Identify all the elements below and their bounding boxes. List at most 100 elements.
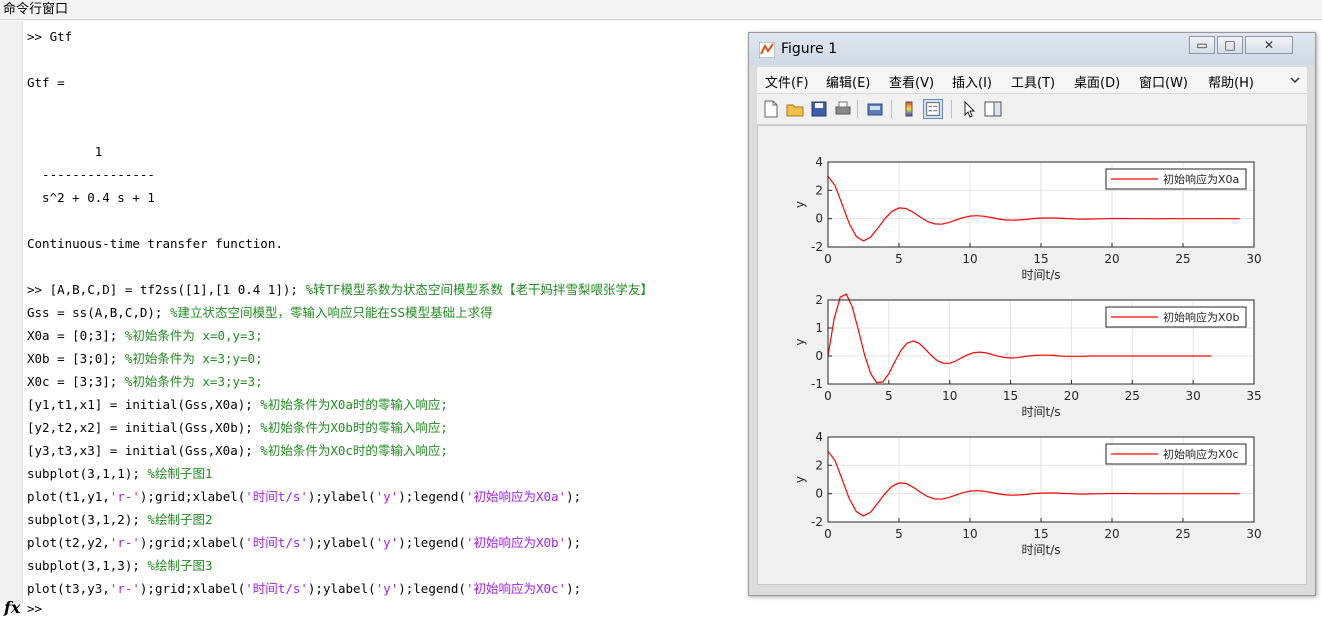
y-axis-label: y (793, 201, 807, 208)
figure-window[interactable]: Figure 1 ▭ □ ✕ 文件(F) 编辑(E) 查看(V) 插入(I) 工… (748, 32, 1316, 596)
code-comment: %初始条件为X0b时的零输入响应; (260, 420, 448, 435)
y-tick-label: 0 (815, 349, 823, 363)
x-tick-label: 5 (885, 389, 893, 403)
y-tick-label: 4 (815, 430, 823, 444)
x-axis-label: 时间t/s (1021, 543, 1060, 557)
maximize-button[interactable]: □ (1217, 36, 1243, 54)
menu-help[interactable]: 帮助(H) (1208, 72, 1254, 91)
code-string: '初始响应为X0a' (465, 489, 567, 504)
x-tick-label: 20 (1104, 527, 1119, 541)
open-folder-icon[interactable] (785, 99, 805, 119)
command-line: 1 (27, 143, 103, 161)
property-editor-icon[interactable] (983, 99, 1003, 119)
code-text: [y3,t3,x3] = initial(Gss,X0a); (27, 443, 261, 458)
code-text: );grid;xlabel( (139, 535, 246, 550)
figure-toolbar (757, 94, 1307, 125)
menu-tools[interactable]: 工具(T) (1011, 72, 1055, 91)
code-text: );legend( (398, 489, 466, 504)
x-tick-label: 5 (895, 252, 903, 266)
y-tick-label: 2 (815, 183, 823, 197)
x-tick-label: 30 (1186, 389, 1201, 403)
save-icon[interactable] (809, 99, 829, 119)
y-tick-label: 2 (815, 293, 823, 307)
menu-window[interactable]: 窗口(W) (1139, 72, 1188, 91)
legend-label: 初始响应为X0a (1163, 172, 1239, 186)
code-string: '时间t/s' (245, 535, 308, 550)
command-line: X0c = [3;3]; %初始条件为 x=3;y=3; (27, 373, 263, 391)
toolbar-separator (951, 100, 952, 118)
code-text: >> Gtf (27, 29, 73, 44)
code-comment: %转TF模型系数为状态空间模型系数【老干妈拌雪梨喂张学友】 (305, 282, 654, 297)
colorbar-icon[interactable] (899, 99, 919, 119)
y-axis-label: y (793, 338, 807, 345)
code-string: 'r-' (109, 489, 140, 504)
pointer-icon[interactable] (959, 99, 979, 119)
print-icon[interactable] (833, 99, 853, 119)
code-string: 'r-' (109, 535, 140, 550)
print-preview-icon[interactable] (865, 99, 885, 119)
x-tick-label: 15 (1033, 527, 1048, 541)
y-tick-label: 0 (815, 212, 823, 226)
x-tick-label: 10 (962, 527, 977, 541)
command-prompt[interactable]: >> (27, 601, 42, 616)
code-text: );grid;xlabel( (139, 581, 246, 596)
code-comment: %绘制子图3 (147, 558, 213, 573)
code-text: 1 (27, 144, 103, 159)
new-file-icon[interactable] (761, 99, 781, 119)
code-text: );ylabel( (307, 535, 376, 550)
x-tick-label: 15 (1003, 389, 1018, 403)
x-tick-label: 30 (1246, 252, 1261, 266)
menu-overflow-icon[interactable] (1290, 75, 1300, 85)
code-text: Gss = ss(A,B,C,D); (27, 305, 170, 320)
menu-edit[interactable]: 编辑(E) (826, 72, 870, 91)
code-text: X0b = [3;0]; (27, 351, 125, 366)
figure-canvas[interactable]: 0 5 10 15 20 25 30 -2 0 2 4 时间t/s y 初始响应为X0a 0 5 10 15 20 2… (757, 125, 1307, 585)
figure-titlebar[interactable]: Figure 1 ▭ □ ✕ (749, 33, 1315, 65)
close-button[interactable]: ✕ (1245, 36, 1293, 54)
menu-view[interactable]: 查看(V) (889, 72, 934, 91)
x-tick-label: 25 (1175, 252, 1190, 266)
code-string: '初始响应为X0b' (465, 535, 567, 550)
code-text: );ylabel( (307, 489, 376, 504)
code-comment: %初始条件为 x=3;y=0; (124, 351, 263, 366)
code-text: plot(t3,y3, (27, 581, 110, 596)
menu-file[interactable]: 文件(F) (765, 72, 809, 91)
menu-desktop[interactable]: 桌面(D) (1074, 72, 1120, 91)
x-tick-label: 25 (1125, 389, 1140, 403)
code-string: 'y' (375, 489, 399, 504)
code-string: '初始响应为X0c' (465, 581, 567, 596)
command-line: X0b = [3;0]; %初始条件为 x=3;y=0; (27, 350, 263, 368)
command-line: subplot(3,1,3); %绘制子图3 (27, 557, 212, 575)
code-string: '时间t/s' (245, 581, 308, 596)
y-tick-label: 4 (815, 155, 823, 169)
window-title: 命令行窗口 (0, 0, 1322, 20)
command-line: subplot(3,1,1); %绘制子图1 (27, 465, 212, 483)
command-line: Gss = ss(A,B,C,D); %建立状态空间模型，零输入响应只能在SS模… (27, 304, 493, 322)
command-line: [y3,t3,x3] = initial(Gss,X0a); %初始条件为X0c… (27, 442, 448, 460)
code-text: ); (566, 581, 582, 596)
fx-icon[interactable]: fx (4, 598, 20, 617)
code-text: ); (566, 535, 582, 550)
legend-label: 初始响应为X0b (1163, 310, 1240, 324)
command-line: plot(t2,y2,'r-');grid;xlabel('时间t/s');yl… (27, 534, 581, 552)
code-text: Continuous-time transfer function. (27, 236, 283, 251)
code-comment: %绘制子图2 (147, 512, 213, 527)
command-line: [y1,t1,x1] = initial(Gss,X0a); %初始条件为X0a… (27, 396, 448, 414)
command-line: [y2,t2,x2] = initial(Gss,X0b); %初始条件为X0b… (27, 419, 448, 437)
minimize-button[interactable]: ▭ (1189, 36, 1215, 54)
code-string: 'y' (375, 581, 399, 596)
code-text: ); (566, 489, 582, 504)
legend-icon[interactable] (923, 99, 943, 119)
y-axis-label: y (793, 476, 807, 483)
subplots: 0 5 10 15 20 25 30-2024时间t/sy初始响应为X0a0 5 10 15 20 2… (793, 155, 1262, 557)
x-tick-label: 5 (895, 527, 903, 541)
x-axis-label: 时间t/s (1021, 268, 1060, 282)
y-tick-label: -2 (811, 240, 823, 254)
code-text: );grid;xlabel( (139, 489, 246, 504)
x-axis-label: 时间t/s (1021, 405, 1060, 419)
figure-menubar: 文件(F) 编辑(E) 查看(V) 插入(I) 工具(T) 桌面(D) 窗口(W… (757, 67, 1307, 94)
menu-insert[interactable]: 插入(I) (952, 72, 992, 91)
x-tick-label: 0 (824, 252, 832, 266)
x-tick-label: 0 (824, 527, 832, 541)
toolbar-separator (857, 100, 858, 118)
